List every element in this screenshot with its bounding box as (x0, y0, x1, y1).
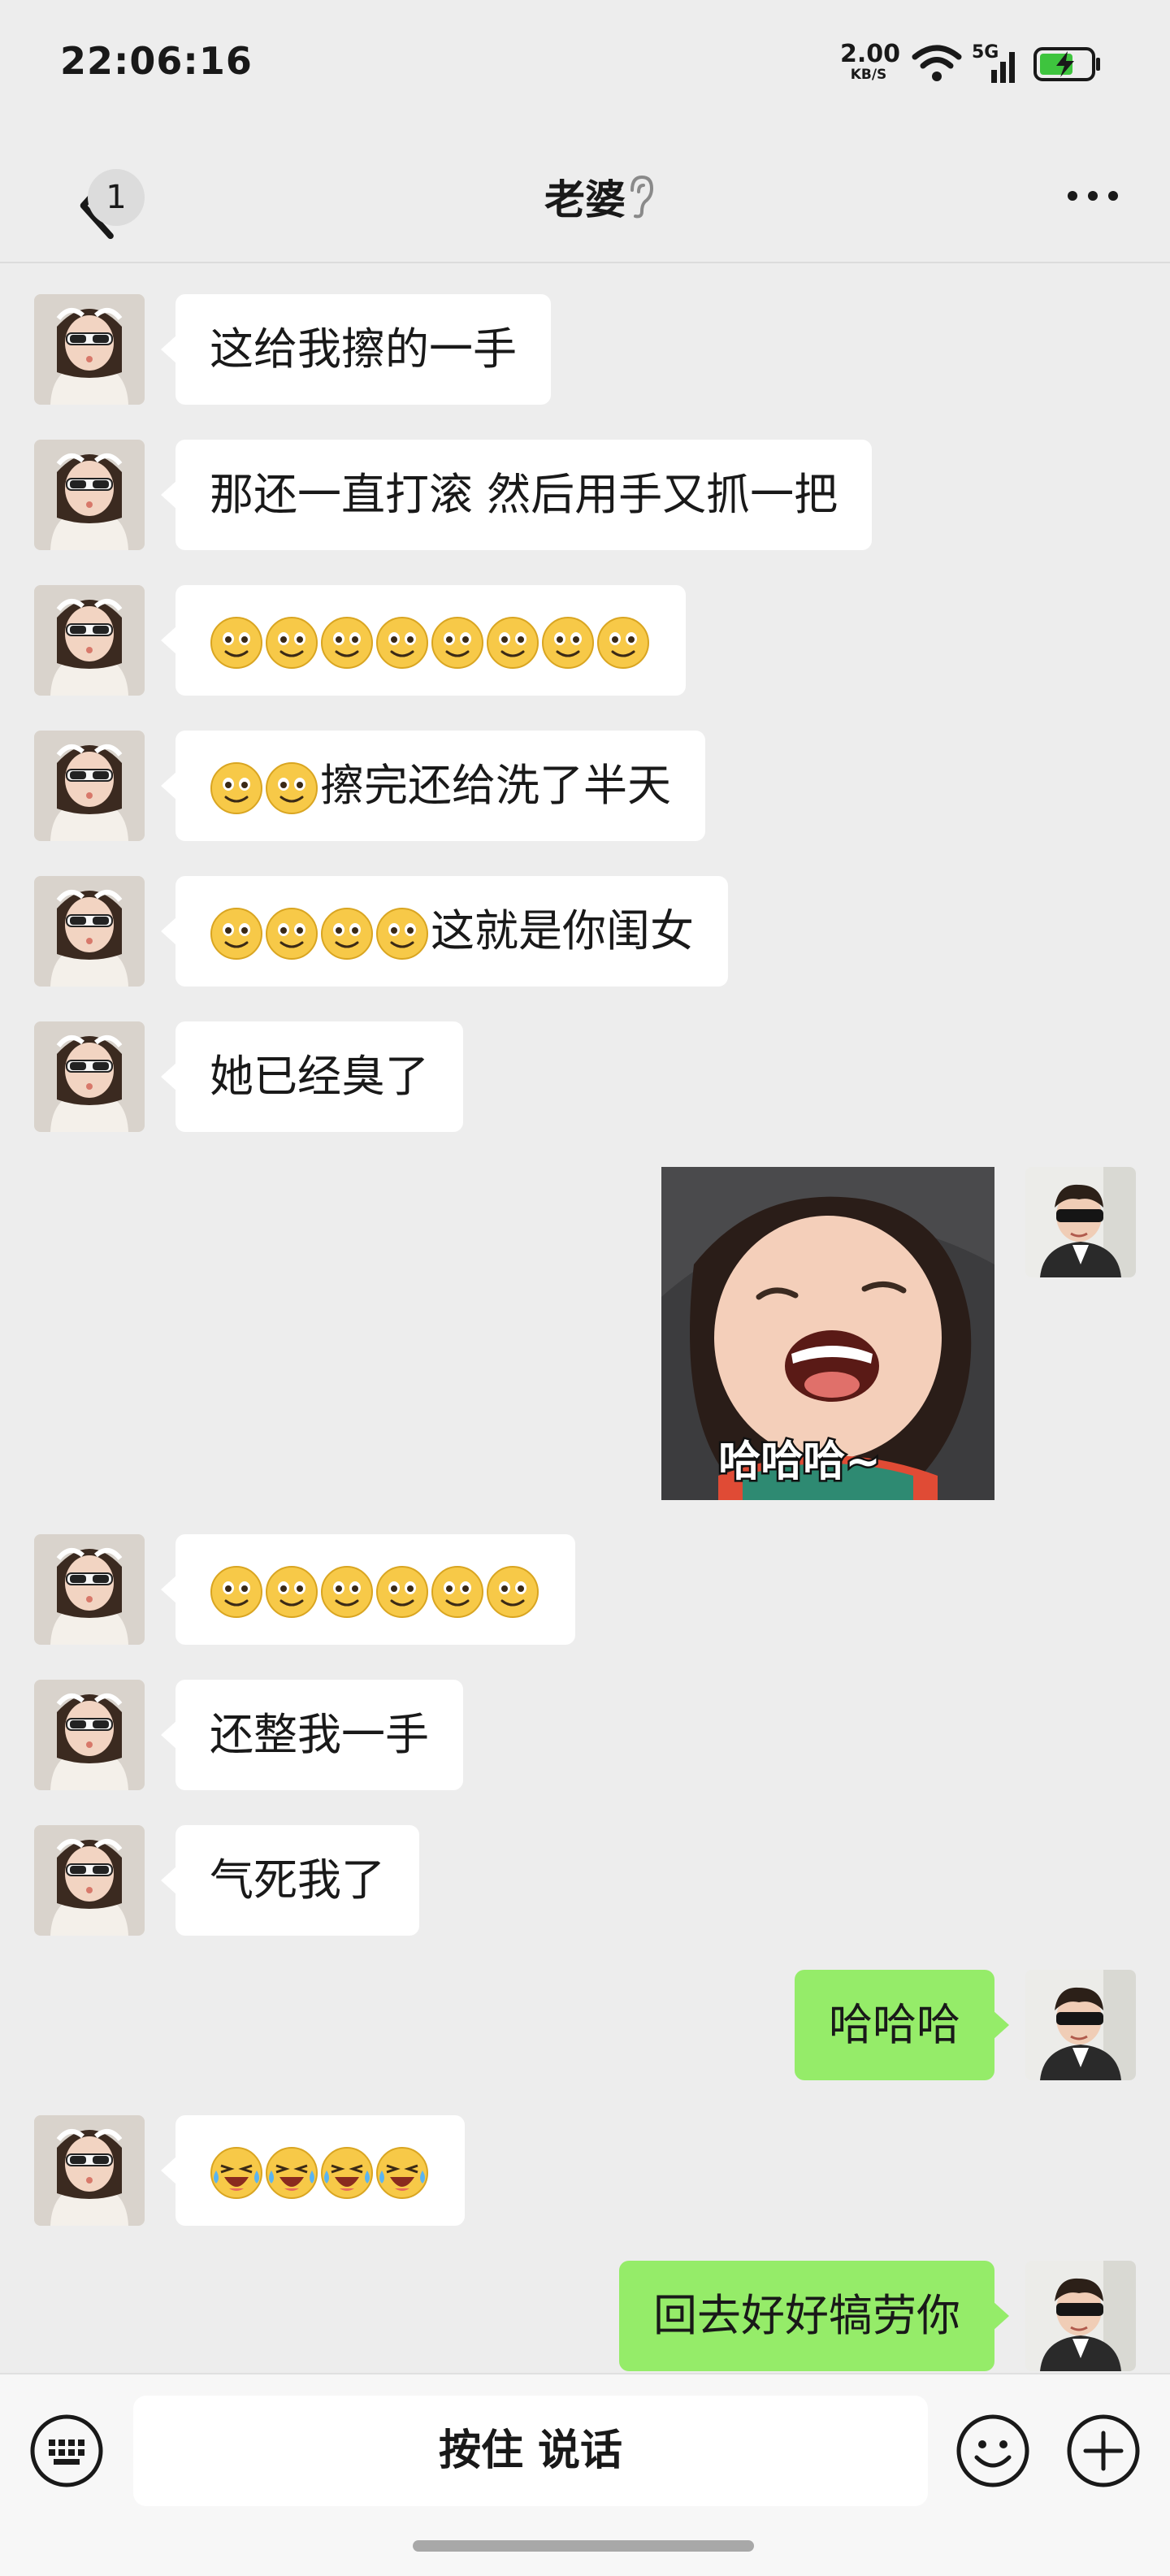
smile-emoji-icon (265, 1565, 318, 1619)
cellular-signal-icon (991, 52, 1015, 83)
smile-emoji-icon (210, 1565, 263, 1619)
message-text: 擦完还给洗了半天 (320, 760, 671, 811)
battery-charging-icon (1034, 47, 1100, 81)
plus-circle-icon[interactable] (1064, 2412, 1142, 2490)
network-speed-unit: KB/S (850, 67, 887, 83)
message-bubble-incoming[interactable] (161, 585, 686, 696)
smile-emoji-icon (431, 1565, 484, 1619)
message-bubble-outgoing[interactable]: 回去好好犒劳你 (619, 2261, 1009, 2371)
home-indicator (413, 2540, 754, 2552)
message-bubble-incoming[interactable]: 气死我了 (161, 1825, 419, 1936)
contact-avatar[interactable] (34, 876, 145, 987)
message-bubble-incoming[interactable]: 那还一直打滚 然后用手又抓一把 (160, 440, 873, 550)
message-text: 这就是你闺女 (431, 905, 694, 956)
smile-emoji-icon (486, 1565, 540, 1619)
smile-emoji-icon (431, 616, 484, 670)
earpiece-mode-icon (630, 175, 654, 219)
keyboard-icon[interactable] (28, 2412, 106, 2490)
laugh-cry-emoji-icon (265, 2146, 318, 2200)
smile-emoji-icon (375, 1565, 429, 1619)
emoji-row (210, 614, 652, 666)
hold-to-talk-button[interactable]: 按住 说话 (133, 2396, 928, 2506)
smile-emoji-icon (320, 907, 374, 961)
emoji-face-icon[interactable] (954, 2412, 1032, 2490)
smile-emoji-icon (320, 1565, 374, 1619)
contact-avatar[interactable] (34, 294, 145, 405)
contact-avatar[interactable] (34, 1680, 145, 1790)
emoji-row (210, 760, 320, 811)
laugh-cry-emoji-icon (210, 2146, 263, 2200)
laugh-cry-emoji-icon (375, 2146, 429, 2200)
contact-avatar[interactable] (34, 1825, 145, 1936)
smile-emoji-icon (320, 616, 374, 670)
network-speed: 2.00 KB/S (840, 40, 901, 83)
smile-emoji-icon (541, 616, 595, 670)
smile-emoji-icon (375, 616, 429, 670)
contact-avatar[interactable] (34, 1021, 145, 1132)
contact-avatar[interactable] (34, 1534, 145, 1645)
network-speed-value: 2.00 (840, 40, 901, 68)
message-text: 还整我一手 (210, 1709, 429, 1760)
smile-emoji-icon (596, 616, 650, 670)
message-bubble-incoming[interactable]: 还整我一手 (161, 1680, 463, 1790)
status-time: 22:06:16 (60, 39, 253, 83)
sticker-caption: 哈哈哈~ (718, 1438, 881, 1486)
message-text: 回去好好犒劳你 (653, 2290, 960, 2341)
contact-avatar[interactable] (34, 731, 145, 841)
contact-avatar[interactable] (34, 2115, 145, 2226)
smile-emoji-icon (210, 761, 263, 815)
my-avatar[interactable] (1025, 1167, 1136, 1277)
chat-title[interactable]: 老婆 (544, 167, 626, 226)
chat-title-bar: 老婆 (0, 167, 1170, 226)
smile-emoji-icon (265, 907, 318, 961)
message-text: 她已经臭了 (210, 1051, 429, 1102)
contact-avatar[interactable] (34, 585, 145, 696)
smile-emoji-icon (486, 616, 540, 670)
sticker-message[interactable]: 哈哈哈~ (661, 1167, 994, 1500)
message-bubble-incoming[interactable] (161, 2115, 465, 2226)
message-bubble-incoming[interactable]: 这给我擦的一手 (161, 294, 551, 405)
message-bubble-incoming[interactable]: 这就是你闺女 (161, 876, 728, 987)
smile-emoji-icon (265, 616, 318, 670)
more-dots-icon[interactable] (1064, 184, 1121, 208)
smile-emoji-icon (375, 907, 429, 961)
laugh-cry-emoji-icon (320, 2146, 374, 2200)
contact-avatar[interactable] (34, 440, 145, 550)
message-text: 气死我了 (210, 1854, 385, 1906)
emoji-row (210, 905, 431, 956)
smile-emoji-icon (210, 907, 263, 961)
status-bar: 22:06:16 2.00 KB/S 5G (0, 0, 1170, 130)
message-text: 哈哈哈 (829, 1999, 960, 2050)
message-bubble-incoming[interactable]: 擦完还给洗了半天 (161, 731, 705, 841)
message-bubble-incoming[interactable]: 她已经臭了 (161, 1021, 463, 1132)
my-avatar[interactable] (1025, 1970, 1136, 2080)
message-bubble-incoming[interactable] (161, 1534, 575, 1645)
my-avatar[interactable] (1025, 2261, 1136, 2371)
wifi-icon (912, 45, 962, 81)
message-text: 那还一直打滚 然后用手又抓一把 (210, 469, 838, 520)
smile-emoji-icon (265, 761, 318, 815)
emoji-row (210, 2144, 431, 2196)
message-text: 这给我擦的一手 (210, 323, 517, 375)
message-bubble-outgoing[interactable]: 哈哈哈 (795, 1970, 1009, 2080)
emoji-row (210, 1563, 541, 1615)
smile-emoji-icon (210, 616, 263, 670)
